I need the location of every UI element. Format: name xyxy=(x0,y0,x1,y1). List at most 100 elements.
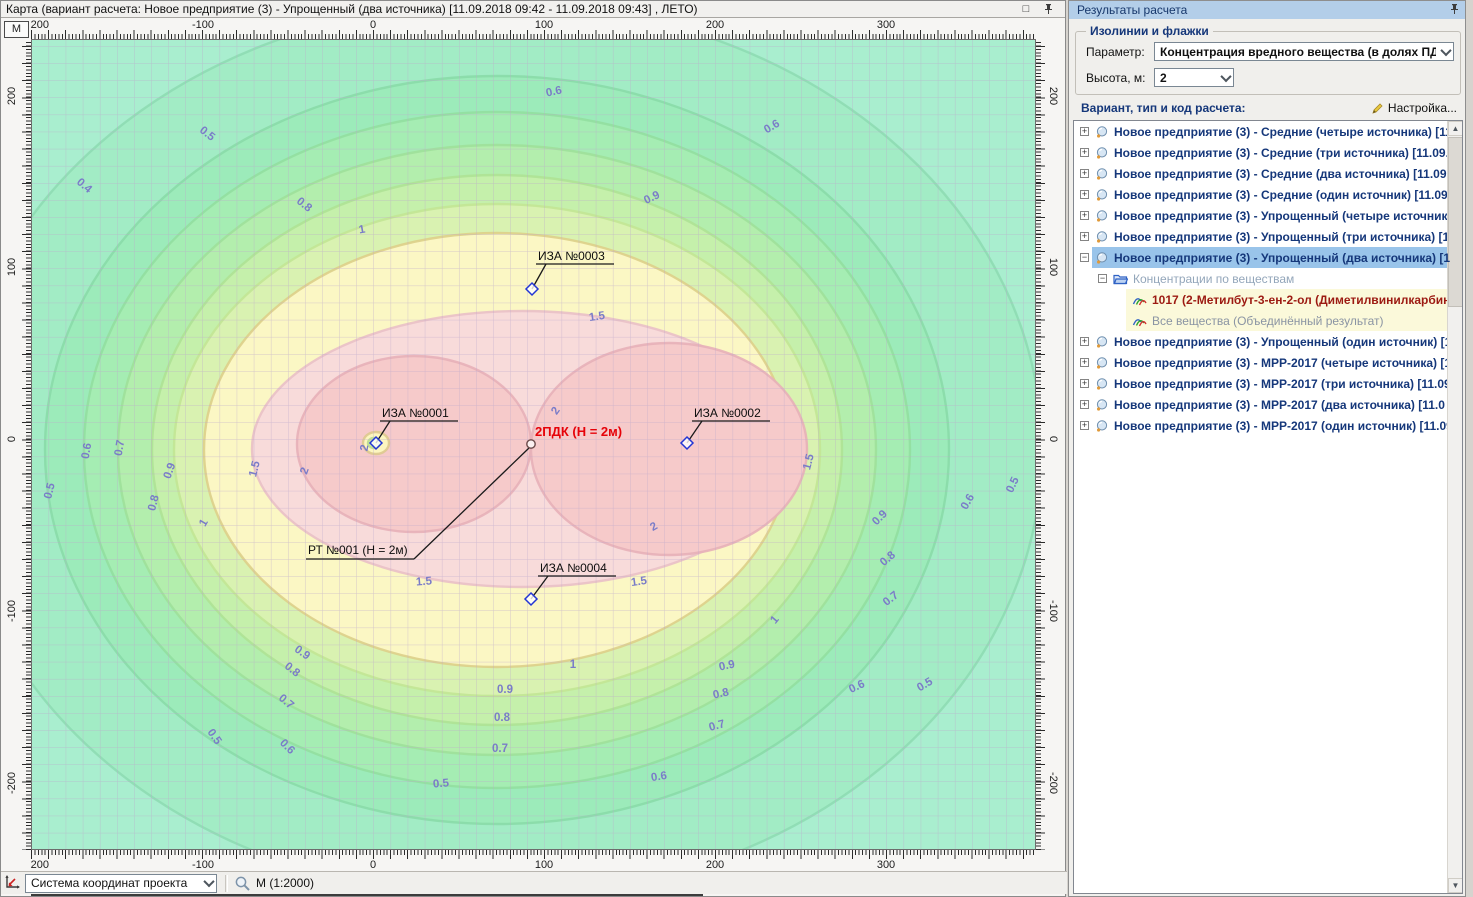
tree-item-label: Все вещества (Объединённый результат) xyxy=(1152,314,1384,328)
tree-item-variant[interactable]: + Новое предприятие (3) - Средние (три ис… xyxy=(1074,142,1462,163)
ruler-tick-label: -100 xyxy=(6,600,18,622)
ruler-tick-label: 200 xyxy=(6,87,18,105)
expand-icon[interactable]: + xyxy=(1080,127,1089,136)
tree-item-label: Новое предприятие (3) - Средние (один ис… xyxy=(1114,188,1451,202)
max-concentration-point[interactable] xyxy=(527,440,535,448)
results-panel: Результаты расчета Изолинии и флажки Пар… xyxy=(1068,0,1466,897)
expand-icon[interactable]: + xyxy=(1080,379,1089,388)
calculation-variant-icon xyxy=(1095,125,1109,139)
tree-item-variant[interactable]: +Новое предприятие (3) - МРР-2017 (два и… xyxy=(1074,394,1462,415)
settings-link[interactable]: Настройка... xyxy=(1371,101,1457,115)
expand-icon[interactable]: + xyxy=(1080,232,1089,241)
ruler-unit-box: М xyxy=(4,21,29,38)
expand-icon[interactable]: + xyxy=(1080,421,1089,430)
calculation-variant-icon xyxy=(1095,167,1109,181)
ruler-tick-label: 100 xyxy=(1047,258,1059,276)
pencil-icon xyxy=(1371,102,1384,115)
map-canvas[interactable]: 0.50.60.70.80.911.520.40.50.80.60.90.611… xyxy=(31,39,1036,850)
tree-item-substance[interactable]: Все вещества (Объединённый результат) xyxy=(1074,310,1462,331)
scrollbar-thumb[interactable] xyxy=(1448,137,1463,307)
tree-item-variant[interactable]: + Новое предприятие (3) - Упрощенный (чет… xyxy=(1074,205,1462,226)
tree-item-variant[interactable]: + Новое предприятие (3) - МРР-2017 (один … xyxy=(1074,415,1462,436)
coordinate-axes-icon xyxy=(3,874,21,892)
chevron-down-icon xyxy=(203,876,214,887)
ruler-tick-label: 0 xyxy=(370,19,376,31)
tree-item-variant[interactable]: −Новое предприятие (3) - Упрощенный (два… xyxy=(1074,247,1462,268)
collapse-icon[interactable]: − xyxy=(1098,274,1107,283)
ruler-top: -200-1000100200300 xyxy=(31,19,1036,39)
expand-icon[interactable]: + xyxy=(1080,358,1089,367)
ruler-tick-label: -200 xyxy=(1047,772,1059,794)
scroll-down-button[interactable]: ▼ xyxy=(1448,878,1463,893)
expand-icon[interactable]: + xyxy=(1080,148,1089,157)
window-resize-edge[interactable] xyxy=(31,894,703,896)
isolines-groupbox: Изолинии и флажки Параметр: Концентрация… xyxy=(1075,31,1461,95)
calculation-variant-icon xyxy=(1095,377,1109,391)
tree-item-label: Новое предприятие (3) - Упрощенный (четы… xyxy=(1114,209,1454,223)
tree-item-label: Новое предприятие (3) - Средние (три ист… xyxy=(1114,146,1456,160)
isolines-group-title: Изолинии и флажки xyxy=(1086,24,1213,38)
ruler-tick-label: 0 xyxy=(1047,436,1059,442)
calculation-variant-icon xyxy=(1095,251,1109,265)
scroll-up-button[interactable]: ▲ xyxy=(1448,121,1463,136)
calculation-variant-icon xyxy=(1095,209,1109,223)
coordinate-system-combobox[interactable]: Система координат проекта xyxy=(25,874,217,893)
ruler-tick-label: 300 xyxy=(877,19,895,31)
tree-item-variant[interactable]: +Новое предприятие (3) - МРР-2017 (четыр… xyxy=(1074,352,1462,373)
tree-item-label: Концентрации по веществам xyxy=(1133,272,1294,286)
ruler-tick-label: 200 xyxy=(1047,87,1059,105)
expand-icon[interactable]: + xyxy=(1080,211,1089,220)
ruler-tick-label: 300 xyxy=(877,859,895,871)
calculation-variant-icon xyxy=(1095,356,1109,370)
height-combobox[interactable]: 2 xyxy=(1154,68,1234,87)
substance-icon xyxy=(1132,315,1147,327)
ruler-tick-label: -200 xyxy=(31,19,49,31)
tree-item-label: Новое предприятие (3) - МРР-2017 (один и… xyxy=(1114,419,1453,433)
tree-item-variant[interactable]: + Новое предприятие (3) - МРР-2017 (три и… xyxy=(1074,373,1462,394)
calculation-variant-icon xyxy=(1095,335,1109,349)
statusbar-separator xyxy=(225,875,228,892)
chevron-down-icon xyxy=(1440,44,1451,55)
expand-icon[interactable]: + xyxy=(1080,190,1089,199)
pin-icon xyxy=(1044,3,1053,15)
tree-item-group[interactable]: − Концентрации по веществам xyxy=(1074,268,1462,289)
tree-item-label: Новое предприятие (3) - Средние (четыре … xyxy=(1114,125,1452,139)
pin-panel-button[interactable] xyxy=(1450,3,1459,18)
variants-section-title: Вариант, тип и код расчета: xyxy=(1081,101,1246,115)
pin-window-button[interactable] xyxy=(1041,2,1055,16)
ruler-tick-label: 0 xyxy=(6,436,18,442)
ruler-tick-label: 200 xyxy=(706,19,724,31)
expand-icon[interactable]: + xyxy=(1080,400,1089,409)
calculation-variant-icon xyxy=(1095,419,1109,433)
expand-icon[interactable]: + xyxy=(1080,337,1089,346)
calculation-variant-icon xyxy=(1095,398,1109,412)
tree-item-variant[interactable]: + Новое предприятие (3) - Средние (два ис… xyxy=(1074,163,1462,184)
collapse-icon[interactable]: − xyxy=(1080,253,1089,262)
parameter-combobox[interactable]: Концентрация вредного вещества (в долях … xyxy=(1154,42,1454,61)
results-panel-title: Результаты расчета xyxy=(1077,3,1187,17)
map-window-titlebar: Карта (вариант расчета: Новое предприяти… xyxy=(1,1,1065,18)
results-panel-titlebar: Результаты расчета xyxy=(1069,1,1465,19)
tree-item-variant[interactable]: +Новое предприятие (3) - Упрощенный (оди… xyxy=(1074,331,1462,352)
pin-icon xyxy=(1450,3,1459,15)
map-scale-label: М (1:2000) xyxy=(256,876,314,890)
ruler-tick-label: -100 xyxy=(192,19,214,31)
tree-item-label: 1017 (2-Метилбут-3-ен-2-ол (Диметилвинил… xyxy=(1152,293,1450,307)
substance-icon xyxy=(1132,294,1147,306)
tree-item-label: Новое предприятие (3) - МРР-2017 (три ис… xyxy=(1114,377,1451,391)
ruler-tick-label: -100 xyxy=(192,859,214,871)
ruler-left: 2001000-100-200 xyxy=(3,39,31,850)
calculation-variant-icon xyxy=(1095,230,1109,244)
tree-item-variant[interactable]: +Новое предприятие (3) - Упрощенный (три… xyxy=(1074,226,1462,247)
expand-icon[interactable]: + xyxy=(1080,169,1089,178)
tree-scrollbar[interactable]: ▲ ▼ xyxy=(1447,121,1462,893)
restore-window-button[interactable]: □ xyxy=(1019,2,1033,16)
calculation-variant-icon xyxy=(1095,146,1109,160)
tree-item-substance[interactable]: 1017 (2-Метилбут-3-ен-2-ол (Диметилвинил… xyxy=(1074,289,1462,310)
tree-item-variant[interactable]: + Новое предприятие (3) - Средние (один и… xyxy=(1074,184,1462,205)
tree-item-variant[interactable]: + Новое предприятие (3) - Средние (четыре… xyxy=(1074,121,1462,142)
map-window: Карта (вариант расчета: Новое предприяти… xyxy=(0,0,1066,897)
chevron-down-icon xyxy=(1220,70,1231,81)
ruler-right: 2001000-100-200 xyxy=(1036,39,1063,850)
tree-item-label: Новое предприятие (3) - Средние (два ист… xyxy=(1114,167,1450,181)
